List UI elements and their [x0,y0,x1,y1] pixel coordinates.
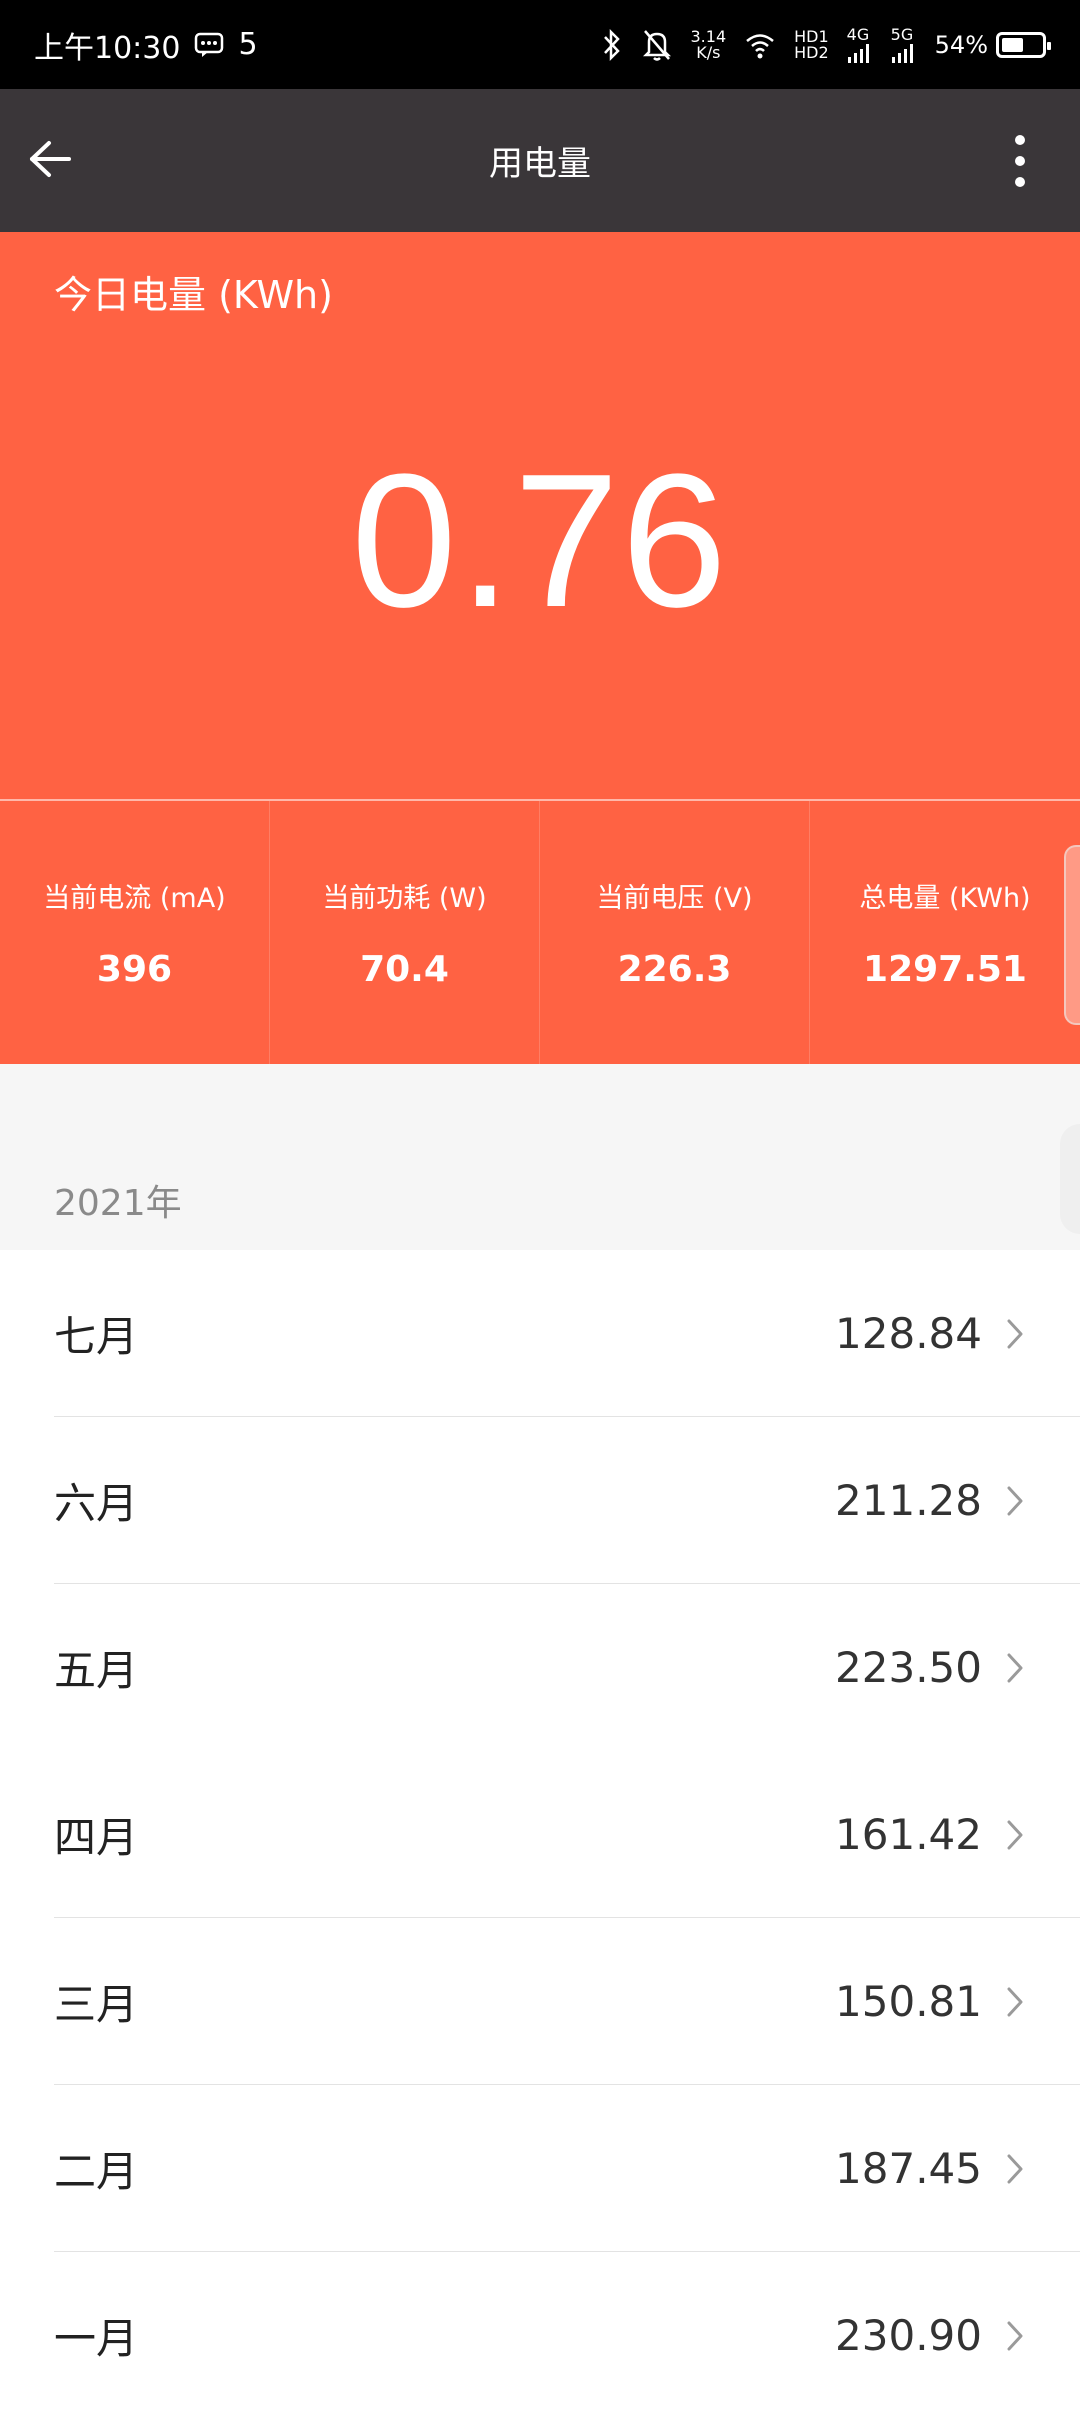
message-icon [194,32,224,58]
month-value: 187.45 [835,2144,982,2193]
month-value: 211.28 [835,1476,982,1525]
month-name: 七月 [54,1312,139,1361]
stat-label: 当前电流 (mA) [43,882,226,914]
stats-row: 当前电流 (mA) 396 当前功耗 (W) 70.4 当前电压 (V) 226… [0,799,1080,1064]
stat-value: 1297.51 [863,948,1027,990]
year-label: 2021年 [54,1183,182,1224]
month-row-may[interactable]: 五月 223.50 [0,1584,1080,1751]
month-row-june[interactable]: 六月 211.28 [0,1417,1080,1584]
today-usage-value: 0.76 [351,435,729,647]
signal-4g-icon [847,43,869,63]
chevron-right-icon [1000,1481,1030,1521]
month-row-january[interactable]: 一月 230.90 [0,2252,1080,2419]
net-speed-unit: K/s [696,42,721,62]
month-name: 五月 [54,1646,139,1695]
month-row-april[interactable]: 四月 161.42 [0,1751,1080,1918]
signal-4g: 4G [846,24,873,63]
app-bar: 用电量 [0,89,1080,232]
signal-5g: 5G [890,24,917,63]
today-usage-panel: 今日电量 (KWh) 0.76 [0,232,1080,799]
stat-power: 当前功耗 (W) 70.4 [270,801,540,1064]
bluetooth-icon [601,28,623,62]
stat-label: 总电量 (KWh) [859,882,1031,914]
month-name: 二月 [54,2147,139,2196]
battery-fill [1002,37,1023,52]
month-row-july[interactable]: 七月 128.84 [0,1250,1080,1417]
edge-handle[interactable] [1064,845,1080,1025]
status-bar: 上午10:30 5 3.14 K/s HD1 HD2 4G 5G 54% [0,0,1080,89]
status-time: 上午10:30 [34,30,181,66]
chevron-right-icon [1000,2316,1030,2356]
stat-value: 70.4 [360,948,449,990]
net-4g-label: 4G [846,24,870,44]
chevron-right-icon [1000,2149,1030,2189]
more-vertical-icon [1015,135,1025,145]
month-row-march[interactable]: 三月 150.81 [0,1918,1080,2085]
chevron-right-icon [1000,1815,1030,1855]
hd2-label: HD2 [794,42,829,62]
month-list: 七月 128.84 六月 211.28 五月 223.50 四月 161.42 … [0,1250,1080,2419]
hd-indicator: HD1 HD2 [794,28,829,62]
year-section-header: 2021年 [0,1064,1080,1250]
month-name: 一月 [54,2314,139,2363]
message-count: 5 [238,27,258,62]
chevron-right-icon [1000,1982,1030,2022]
month-value: 128.84 [835,1309,982,1358]
chevron-right-icon [1000,1648,1030,1688]
stat-voltage: 当前电压 (V) 226.3 [540,801,810,1064]
month-value: 223.50 [835,1643,982,1692]
month-value: 150.81 [835,1977,982,2026]
month-value: 161.42 [835,1810,982,1859]
more-dot [1015,156,1025,166]
today-usage-label: 今日电量 (KWh) [54,273,333,317]
stat-total: 总电量 (KWh) 1297.51 [810,801,1080,1064]
month-name: 三月 [54,1980,139,2029]
battery-percent: 54% [934,30,988,59]
month-value: 230.90 [835,2311,982,2360]
battery-icon [996,31,1051,58]
chevron-right-icon [1000,1314,1030,1354]
stat-current: 当前电流 (mA) 396 [0,801,270,1064]
month-row-february[interactable]: 二月 187.45 [0,2085,1080,2252]
battery-indicator: 54% [934,30,1051,59]
wifi-icon [744,30,776,60]
stat-value: 226.3 [617,948,732,990]
page-title: 用电量 [489,144,591,184]
net-5g-label: 5G [890,24,914,44]
more-options-button[interactable] [1000,131,1040,191]
month-name: 六月 [54,1479,139,1528]
more-dot [1015,177,1025,187]
month-name: 四月 [54,1813,139,1862]
net-speed: 3.14 K/s [691,28,727,62]
bell-muted-icon [641,28,673,62]
stat-label: 当前电压 (V) [596,882,753,914]
signal-5g-icon [891,43,913,63]
edge-knob [1060,1124,1080,1234]
stat-value: 396 [96,948,173,990]
stat-label: 当前功耗 (W) [322,882,487,914]
